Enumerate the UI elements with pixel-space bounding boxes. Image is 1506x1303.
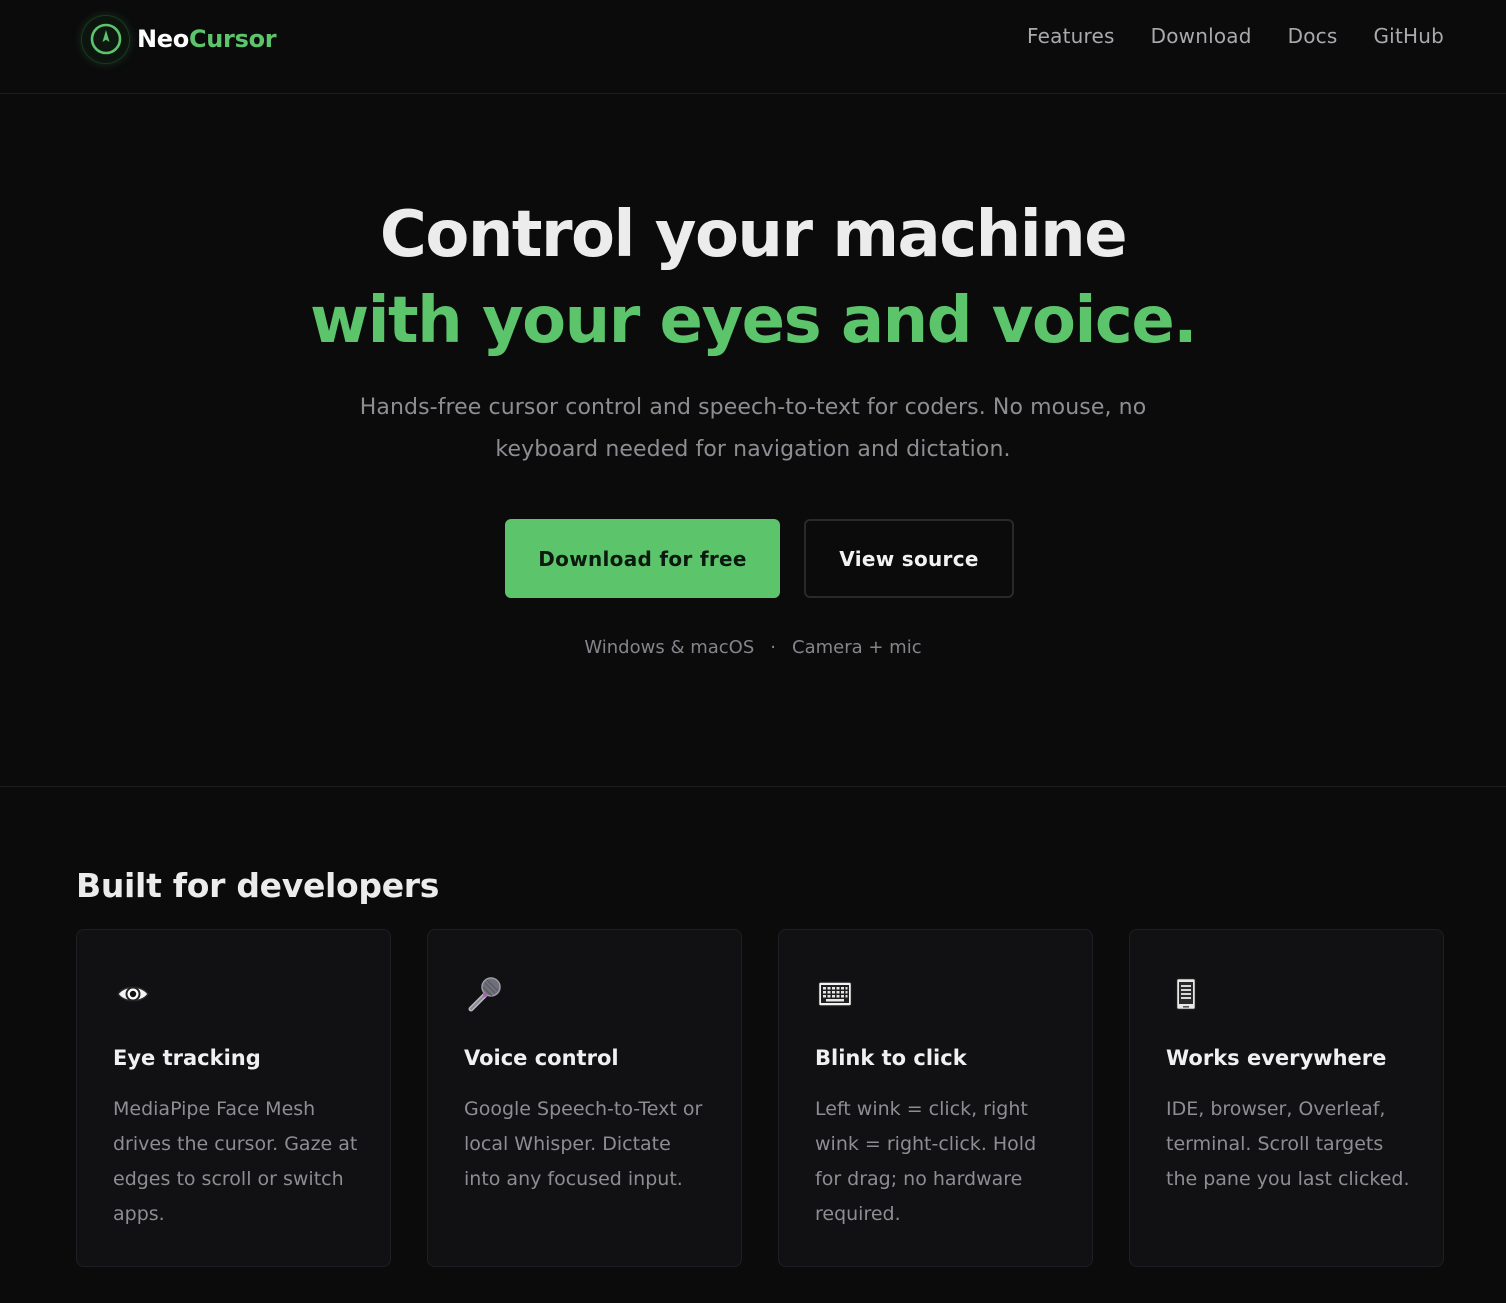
feature-card-works-everywhere: Works everywhere IDE, browser, Overleaf,… [1129, 929, 1444, 1267]
feature-card-text: Google Speech-to-Text or local Whisper. … [464, 1098, 703, 1190]
brand-name: NeoCursor [137, 25, 277, 53]
feature-card-eye-tracking: Eye tracking MediaPipe Face Mesh drives … [76, 929, 391, 1267]
feature-card-text: Left wink = click, right wink = right-cl… [815, 1098, 1037, 1225]
feature-card-title: Blink to click [815, 1046, 967, 1070]
feature-card-title: Voice control [464, 1046, 619, 1070]
feature-card-text: IDE, browser, Overleaf, terminal. Scroll… [1166, 1098, 1410, 1190]
keyboard-icon [815, 974, 855, 1014]
platform-label: Windows & macOS [584, 637, 755, 658]
feature-card-text: MediaPipe Face Mesh drives the cursor. G… [113, 1098, 358, 1225]
eye-icon [113, 974, 153, 1014]
nav-link-docs[interactable]: Docs [1288, 24, 1338, 48]
meta-separator: · [770, 637, 776, 658]
brand-link[interactable]: NeoCursor [82, 15, 277, 63]
logo-icon [82, 15, 129, 63]
feature-card-voice-control: Voice control Google Speech-to-Text or l… [427, 929, 742, 1267]
nav-link-github[interactable]: GitHub [1373, 24, 1444, 48]
feature-card-title: Eye tracking [113, 1046, 261, 1070]
phone-icon [1166, 974, 1206, 1014]
feature-card-title: Works everywhere [1166, 1046, 1387, 1070]
hero-title: Control your machine with your eyes and … [0, 192, 1506, 364]
section-divider [0, 786, 1506, 787]
nav-links: Features Download Docs GitHub [1027, 24, 1444, 48]
platform-requirements: Windows & macOS · Camera + mic [0, 637, 1506, 658]
view-source-button[interactable]: View source [804, 519, 1014, 598]
hero-title-line2: with your eyes and voice. [309, 284, 1198, 358]
hero-title-line1: Control your machine [379, 198, 1128, 272]
hero-subtitle: Hands-free cursor control and speech-to-… [359, 395, 1147, 462]
nav-link-features[interactable]: Features [1027, 24, 1115, 48]
features-title: Built for developers [76, 866, 440, 905]
feature-card-blink-to-click: Blink to click Left wink = click, right … [778, 929, 1093, 1267]
brand-name-part2: Cursor [188, 25, 277, 53]
hardware-label: Camera + mic [792, 637, 922, 658]
nav-link-download[interactable]: Download [1151, 24, 1252, 48]
brand-name-part1: Neo [137, 25, 189, 53]
top-navbar: NeoCursor Features Download Docs GitHub [0, 0, 1506, 94]
microphone-icon [464, 974, 504, 1014]
download-button[interactable]: Download for free [505, 519, 780, 598]
